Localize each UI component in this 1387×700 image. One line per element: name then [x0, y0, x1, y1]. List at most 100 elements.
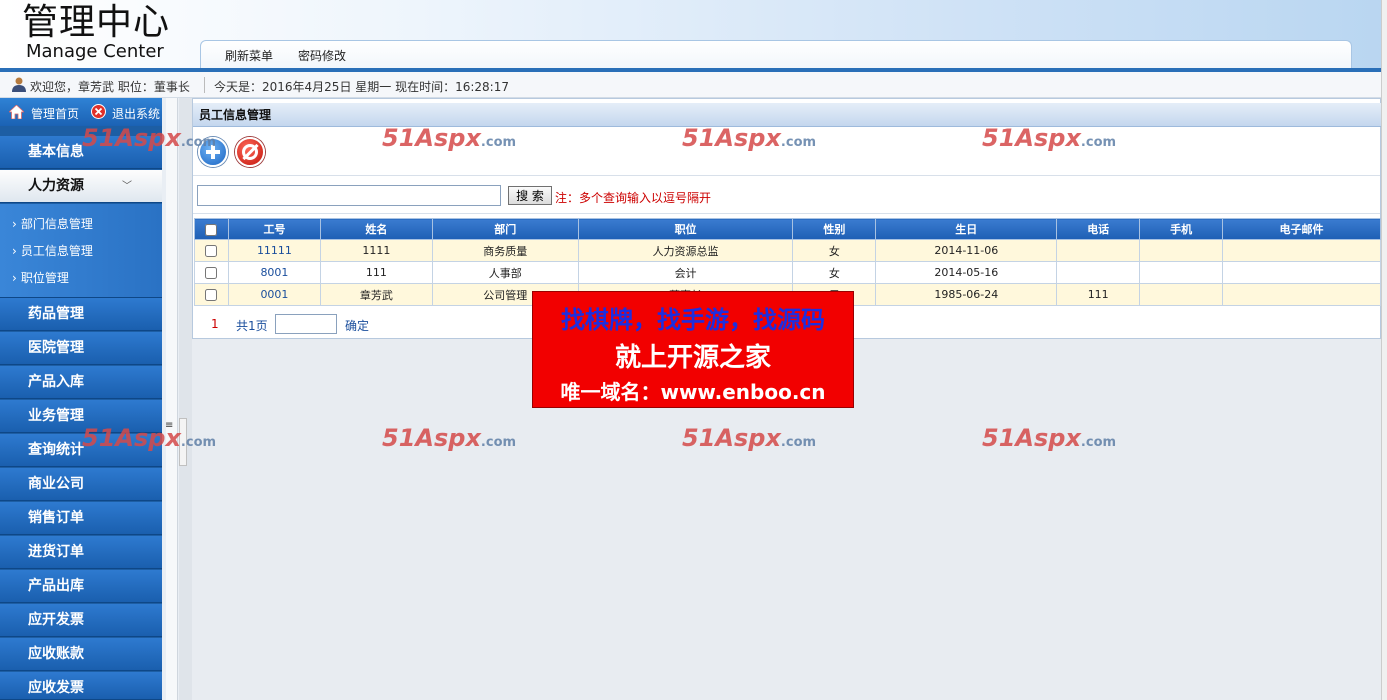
- welcome-text: 欢迎您，章芳武 职位：董事长: [30, 80, 190, 94]
- table-cell: [1056, 261, 1141, 284]
- table-cell: 女: [792, 261, 877, 284]
- search-input[interactable]: [197, 185, 501, 206]
- logout-icon: [91, 104, 106, 119]
- column-header[interactable]: 手机: [1139, 218, 1224, 240]
- user-icon: [12, 77, 26, 92]
- sidebar-item-hospital[interactable]: 医院管理: [0, 332, 162, 365]
- datetime-text: 今天是：2016年4月25日 星期一 现在时间：16:28:17: [214, 80, 509, 94]
- watermark-suffix: .com: [780, 135, 817, 150]
- go-page-button[interactable]: 确定: [345, 317, 369, 334]
- nav-refresh-menu[interactable]: 刷新菜单: [225, 47, 273, 64]
- table-row[interactable]: 8001 111 人事部 会计 女 2014-05-16: [194, 261, 1381, 284]
- sidebar-item-label: 应收账款: [28, 646, 84, 662]
- search-button[interactable]: 搜 索: [508, 186, 552, 205]
- logo-title: 管理中心: [22, 2, 171, 43]
- top-nav: 刷新菜单 密码修改: [200, 40, 1352, 70]
- sidebar-item-label: 应收发票: [28, 680, 84, 696]
- sidebar: 管理首页 退出系统 基本信息 人力资源﹀ 部门信息管理 员工信息管理 职位管理 …: [0, 98, 162, 700]
- sidebar-item-drug[interactable]: 药品管理: [0, 298, 162, 331]
- watermark-text: 51Aspx: [382, 124, 481, 152]
- column-header[interactable]: 工号: [227, 218, 321, 240]
- delete-button[interactable]: [235, 137, 265, 167]
- row-checkbox[interactable]: [205, 267, 218, 279]
- watermark-suffix: .com: [1080, 435, 1117, 450]
- info-bar: 欢迎您，章芳武 职位：董事长 今天是：2016年4月25日 星期一 现在时间：1…: [0, 72, 1381, 98]
- column-header[interactable]: 生日: [875, 218, 1058, 240]
- sidebar-top-links: 管理首页 退出系统: [0, 98, 162, 126]
- sidebar-item-label: 基本信息: [28, 144, 84, 160]
- row-checkbox-cell: [194, 283, 229, 306]
- home-link[interactable]: 管理首页: [31, 105, 79, 122]
- sidebar-item-label: 商业公司: [28, 476, 84, 492]
- watermark-text: 51Aspx: [682, 424, 781, 452]
- logout-link[interactable]: 退出系统: [112, 105, 160, 122]
- sidebar-item-label: 产品出库: [28, 578, 84, 594]
- sidebar-item-label: 业务管理: [28, 408, 84, 424]
- watermark-suffix: .com: [480, 435, 517, 450]
- divider: [204, 77, 205, 93]
- table-cell: [1139, 239, 1224, 262]
- watermark-text: 51Aspx: [82, 124, 181, 152]
- submenu-item-employee[interactable]: 员工信息管理: [12, 242, 93, 259]
- column-header[interactable]: 姓名: [319, 218, 433, 240]
- chevron-down-icon: ﹀: [122, 181, 132, 192]
- column-header[interactable]: 电话: [1056, 218, 1141, 240]
- promo-banner: 找棋牌，找手游，找源码 就上开源之家 唯一域名：www.enboo.cn: [532, 291, 854, 408]
- watermark-text: 51Aspx: [682, 124, 781, 152]
- table-header-row: 工号 姓名 部门 职位 性别 生日 电话 手机 电子邮件: [194, 218, 1381, 240]
- watermark: 51Aspx.com: [382, 124, 516, 152]
- watermark: 51Aspx.com: [982, 124, 1116, 152]
- column-header[interactable]: 职位: [577, 218, 794, 240]
- nav-change-password[interactable]: 密码修改: [298, 47, 346, 64]
- employee-id-link[interactable]: 8001: [227, 261, 321, 284]
- select-all-cell: [194, 218, 229, 240]
- sidebar-item-label: 产品入库: [28, 374, 84, 390]
- table-cell: 1111: [319, 239, 433, 262]
- watermark-suffix: .com: [1080, 135, 1117, 150]
- header: 管理中心 Manage Center 刷新菜单 密码修改: [0, 0, 1387, 72]
- table-cell: 111: [319, 261, 433, 284]
- banner-line-1: 找棋牌，找手游，找源码: [561, 306, 825, 334]
- splitter-bar: [179, 98, 192, 700]
- row-checkbox-cell: [194, 261, 229, 284]
- table-row[interactable]: 11111 1111 商务质量 人力资源总监 女 2014-11-06: [194, 239, 1381, 262]
- sidebar-item-invoice-issue[interactable]: 应开发票: [0, 604, 162, 637]
- sidebar-item-receivable[interactable]: 应收账款: [0, 638, 162, 671]
- employee-id-link[interactable]: 0001: [227, 283, 321, 306]
- sidebar-item-invoice-receive[interactable]: 应收发票: [0, 672, 162, 700]
- watermark-suffix: .com: [180, 135, 217, 150]
- page-number-input[interactable]: [275, 314, 337, 334]
- column-header[interactable]: 部门: [431, 218, 579, 240]
- sidebar-item-sales-order[interactable]: 销售订单: [0, 502, 162, 535]
- sidebar-item-label: 应开发票: [28, 612, 84, 628]
- watermark-text: 51Aspx: [982, 124, 1081, 152]
- sidebar-item-label: 药品管理: [28, 306, 84, 322]
- column-header[interactable]: 性别: [792, 218, 877, 240]
- watermark: 51Aspx.com: [382, 424, 516, 452]
- row-checkbox[interactable]: [205, 289, 218, 301]
- table-cell: [1139, 283, 1224, 306]
- watermark-text: 51Aspx: [982, 424, 1081, 452]
- sidebar-item-label: 进货订单: [28, 544, 84, 560]
- sidebar-item-hr[interactable]: 人力资源 ﹀: [0, 170, 162, 203]
- watermark: 51Aspx.com: [982, 424, 1116, 452]
- submenu-item-position[interactable]: 职位管理: [12, 269, 69, 286]
- row-checkbox[interactable]: [205, 245, 218, 257]
- current-page: 1: [211, 317, 219, 331]
- sidebar-item-purchase-order[interactable]: 进货订单: [0, 536, 162, 569]
- employee-id-link[interactable]: 11111: [227, 239, 321, 262]
- submenu-item-department[interactable]: 部门信息管理: [12, 215, 93, 232]
- total-pages: 共1页: [236, 319, 268, 333]
- sidebar-item-product-in[interactable]: 产品入库: [0, 366, 162, 399]
- logo-subtitle: Manage Center: [26, 41, 164, 62]
- table-cell: 2014-11-06: [875, 239, 1058, 262]
- column-header[interactable]: 电子邮件: [1222, 218, 1381, 240]
- table-cell: 1985-06-24: [875, 283, 1058, 306]
- watermark: 51Aspx.com: [682, 124, 816, 152]
- splitter[interactable]: ≡: [162, 98, 192, 700]
- sidebar-item-company[interactable]: 商业公司: [0, 468, 162, 501]
- select-all-checkbox[interactable]: [205, 223, 218, 236]
- table-cell: 商务质量: [431, 239, 579, 262]
- sidebar-item-product-out[interactable]: 产品出库: [0, 570, 162, 603]
- search-note: 注：多个查询输入以逗号隔开: [555, 191, 712, 205]
